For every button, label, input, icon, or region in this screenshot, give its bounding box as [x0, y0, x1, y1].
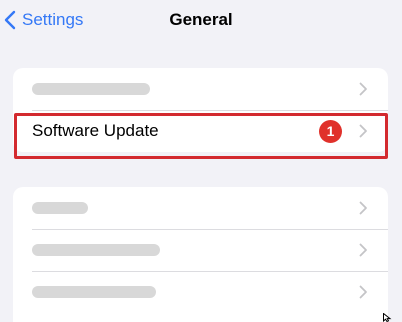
chevron-right-icon — [359, 285, 367, 299]
chevron-right-icon — [359, 82, 367, 96]
settings-row-redacted[interactable] — [13, 271, 388, 313]
settings-row-redacted[interactable] — [13, 68, 388, 110]
settings-group-2 — [13, 187, 388, 322]
software-update-label: Software Update — [32, 121, 159, 140]
page-title: General — [169, 10, 233, 29]
chevron-right-icon — [359, 201, 367, 215]
cursor-icon — [383, 313, 392, 322]
redacted-label-placeholder — [32, 286, 156, 298]
redacted-label-placeholder — [32, 202, 88, 214]
navigation-bar: Settings General — [0, 0, 402, 40]
chevron-right-icon — [359, 243, 367, 257]
settings-row-redacted[interactable] — [13, 187, 388, 229]
settings-group-1: Software Update 1 — [13, 68, 388, 152]
chevron-right-icon — [359, 124, 367, 138]
redacted-label-placeholder — [32, 83, 150, 95]
settings-row-redacted[interactable] — [13, 229, 388, 271]
software-update-row[interactable]: Software Update 1 — [13, 110, 388, 152]
redacted-label-placeholder — [32, 244, 160, 256]
update-count-badge: 1 — [319, 120, 342, 143]
